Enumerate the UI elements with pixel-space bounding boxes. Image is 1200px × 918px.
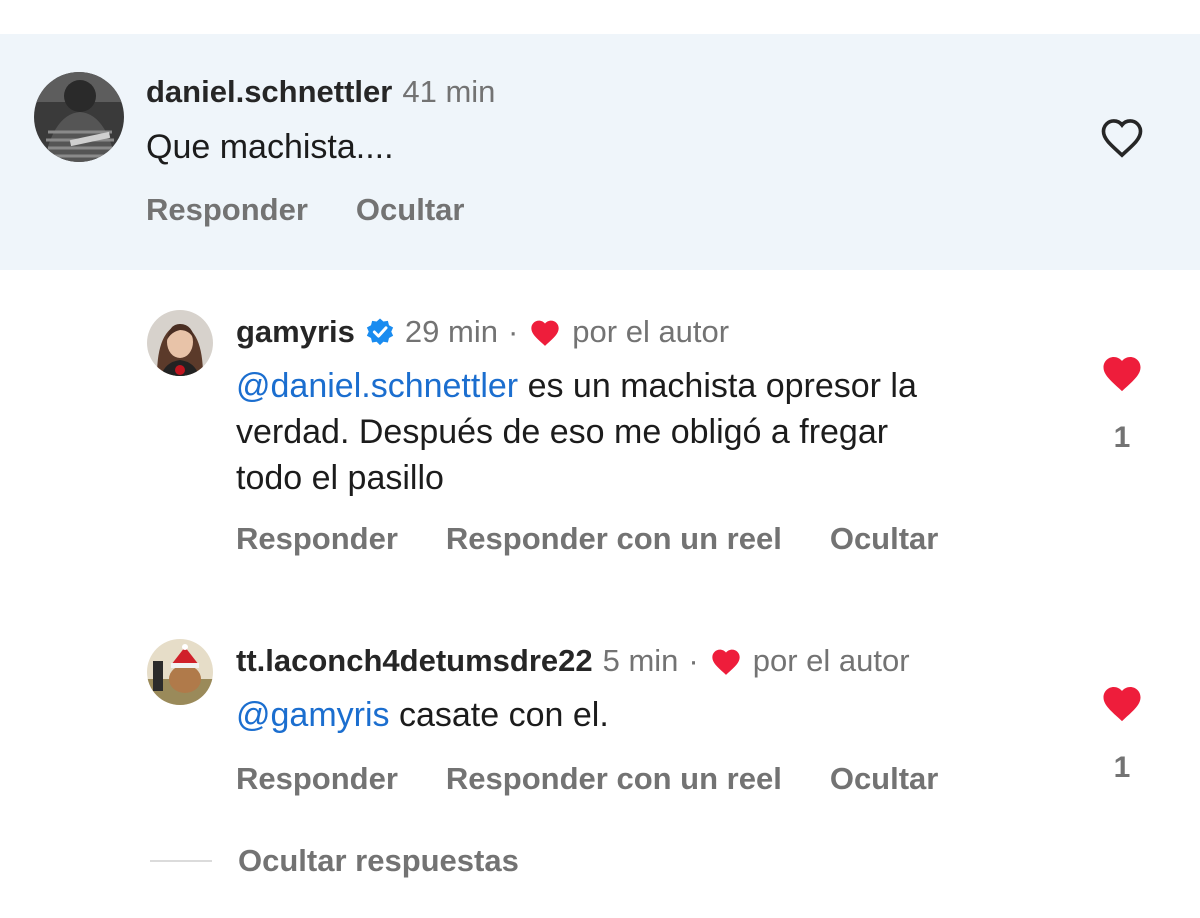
timestamp: 5 min [602,643,679,678]
heart-filled-icon[interactable] [1099,686,1145,728]
reply-header: gamyris 29 min · por el autor [236,314,729,350]
comment-body: Que machista.... [146,128,394,166]
mention-link[interactable]: @gamyris [236,696,390,734]
reply-button[interactable]: Responder [236,761,398,797]
reply-button[interactable]: Responder [146,192,308,228]
reply-actions: Responder Responder con un reel Ocultar [236,761,986,797]
username[interactable]: gamyris [236,314,355,350]
comment-text: Que machista.... [146,124,394,170]
hide-button[interactable]: Ocultar [830,521,939,557]
reply-text-line: verdad. Después de eso me obligó a frega… [236,413,889,451]
liked-by-author-label: por el autor [752,643,910,678]
reply-header: tt.laconch4detumsdre22 5 min · por el au… [236,643,910,679]
heart-filled-icon [528,317,562,348]
username[interactable]: daniel.schnettler [146,74,392,110]
hide-button[interactable]: Ocultar [356,192,465,228]
username[interactable]: tt.laconch4detumsdre22 [236,643,593,679]
liked-by-author-label: por el autor [572,314,730,349]
like-count: 1 [1113,751,1131,784]
hide-replies-toggle[interactable]: Ocultar respuestas [150,843,519,879]
mention-link[interactable]: @daniel.schnettler [236,367,518,405]
hide-replies-label[interactable]: Ocultar respuestas [238,843,519,879]
hide-button[interactable]: Ocultar [830,761,939,797]
reply-button[interactable]: Responder [236,521,398,557]
top-spacer [0,0,1200,34]
like-column: 1 [1092,682,1152,785]
comment-actions: Responder Ocultar [146,192,512,228]
divider-line [150,860,212,862]
reply-with-reel-button[interactable]: Responder con un reel [446,761,782,797]
like-column: 1 [1092,352,1152,455]
avatar[interactable] [34,72,124,162]
reply-text: @daniel.schnettler es un machista opreso… [236,363,1066,501]
reply-text: @gamyris casate con el. [236,692,609,738]
avatar[interactable] [147,310,213,376]
parent-comment: daniel.schnettler 41 min Que machista...… [0,34,1200,270]
avatar[interactable] [147,639,213,705]
timestamp: 29 min [404,314,498,349]
verified-badge-icon [365,317,395,347]
reply-text-line: @daniel.schnettler es un machista opreso… [236,367,917,405]
reply-text-line: @gamyris casate con el. [236,696,609,734]
heart-filled-icon [709,646,743,677]
reply-actions: Responder Responder con un reel Ocultar [236,521,986,557]
reply-with-reel-button[interactable]: Responder con un reel [446,521,782,557]
like-column [1092,116,1152,163]
heart-filled-icon[interactable] [1099,356,1145,398]
timestamp: 41 min [402,74,496,109]
separator: · [688,643,699,678]
reply-text-line: todo el pasillo [236,459,444,497]
like-count: 1 [1113,421,1131,454]
heart-outline-icon[interactable] [1099,119,1145,162]
separator: · [507,314,519,349]
comment-header: daniel.schnettler 41 min [146,74,495,110]
